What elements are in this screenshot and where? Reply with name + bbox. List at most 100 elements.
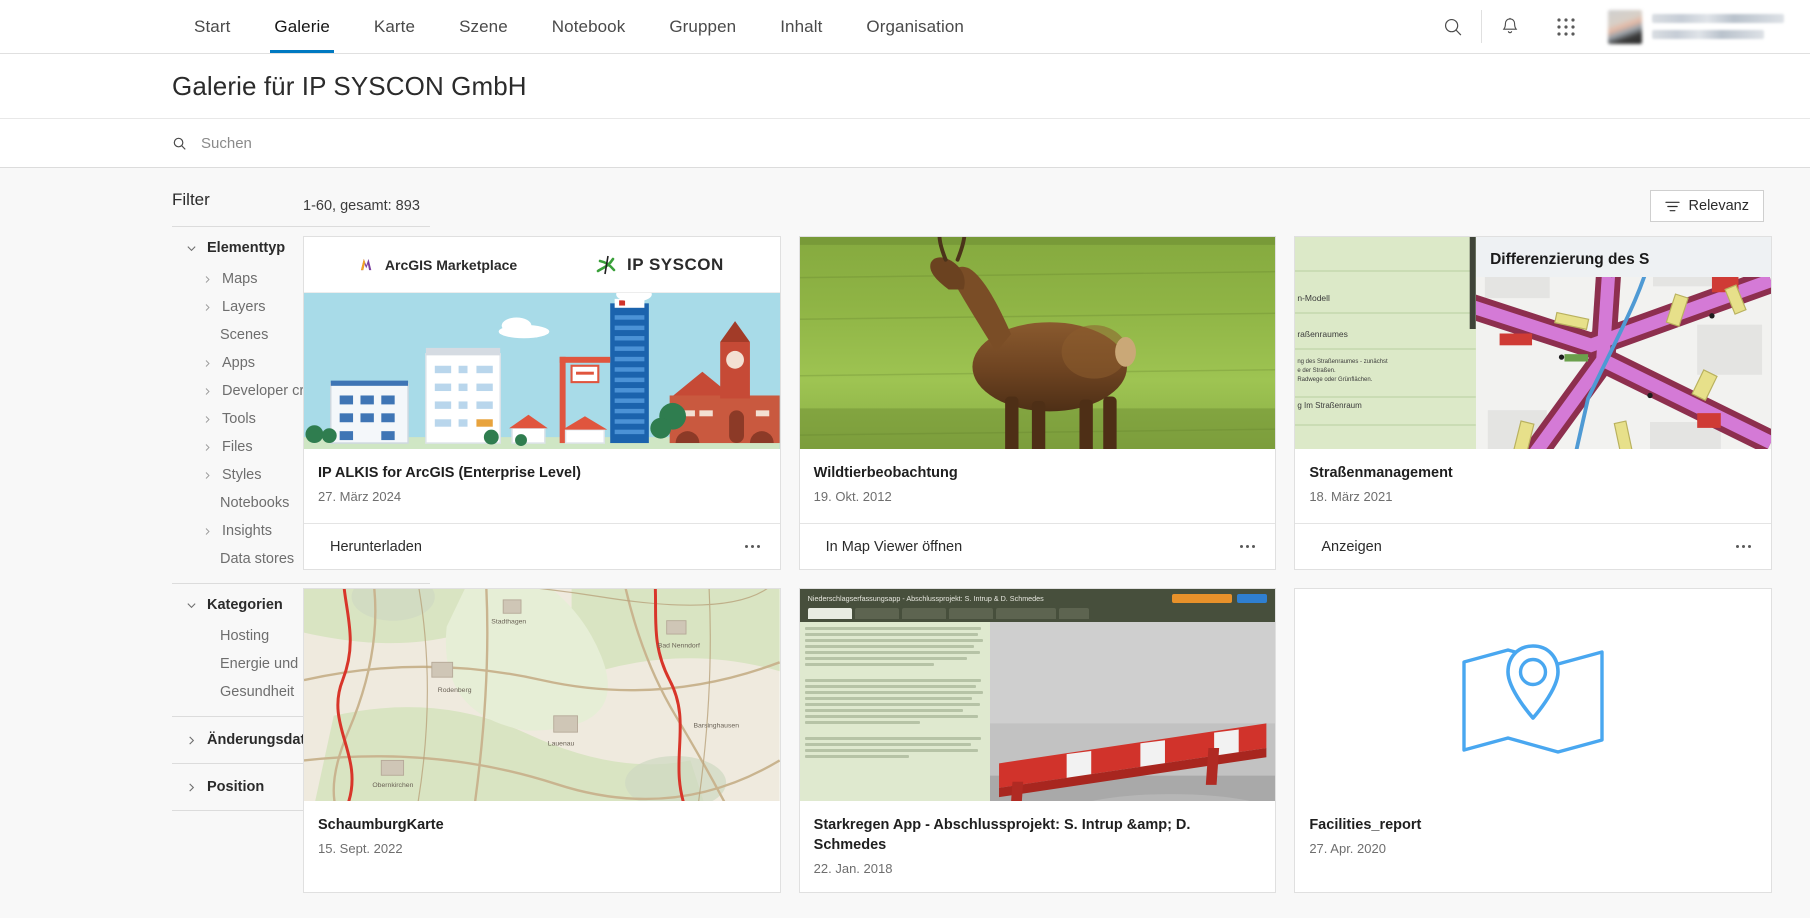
card-thumbnail[interactable]: Rodenberg Lauenau Bad Nenndorf Obernkirche… xyxy=(304,589,780,801)
nav-label: Gruppen xyxy=(669,16,737,36)
gallery-card-grid: ArcGIS Marketplace IP SYSCON IP ALKIS fo… xyxy=(295,236,1780,893)
results-header: 1-60, gesamt: 893 Relevanz xyxy=(295,168,1780,236)
chevron-right-icon xyxy=(202,303,212,312)
card-footer: In Map Viewer öffnen xyxy=(799,523,1276,569)
user-account-menu[interactable] xyxy=(1594,0,1810,53)
card-date: 27. März 2024 xyxy=(318,489,402,504)
sort-button[interactable]: Relevanz xyxy=(1649,190,1764,222)
card-body: Facilities_report 27. Apr. 2020 xyxy=(1295,801,1771,875)
nav-label: Inhalt xyxy=(780,16,823,36)
nav-item-start[interactable]: Start xyxy=(172,0,252,53)
card-title: Starkregen App - Abschlussprojekt: S. In… xyxy=(813,817,1191,853)
ip-syscon-mark-icon xyxy=(596,255,616,274)
nav-item-gruppen[interactable]: Gruppen xyxy=(647,0,758,53)
card-date: 19. Okt. 2012 xyxy=(813,489,892,504)
gallery-card[interactable]: Facilities_report 27. Apr. 2020 xyxy=(1294,588,1772,893)
svg-text:Stadthagen: Stadthagen xyxy=(491,619,526,626)
page-header: Galerie für IP SYSCON GmbH xyxy=(0,54,1810,118)
facet-item-label: Layers xyxy=(222,299,266,315)
card-body: Starkregen App - Abschlussprojekt: S. In… xyxy=(800,801,1276,892)
card-action-button[interactable]: In Map Viewer öffnen xyxy=(826,539,963,555)
nav-item-inhalt[interactable]: Inhalt xyxy=(758,0,844,53)
main-content: Filter Elementtyp Maps Layers Scenes App… xyxy=(0,168,1810,918)
card-thumbnail[interactable]: ArcGIS Marketplace IP SYSCON xyxy=(304,237,780,449)
ip-syscon-brand-label: IP SYSCON xyxy=(626,254,724,274)
card-title: SchaumburgKarte xyxy=(318,817,444,833)
slide-map-panel: Differenzierung des S xyxy=(1476,237,1771,449)
user-display-name xyxy=(1652,14,1784,23)
svg-text:Obernkirchen: Obernkirchen xyxy=(372,782,413,789)
nav-item-notebook[interactable]: Notebook xyxy=(530,0,648,53)
card-thumbnail[interactable] xyxy=(1295,589,1771,801)
card-body: SchaumburgKarte 15. Sept. 2022 xyxy=(304,801,780,875)
svg-text:Lauenau: Lauenau xyxy=(548,741,575,748)
chevron-down-icon xyxy=(187,602,196,608)
app-header-primary-button xyxy=(1172,594,1233,603)
card-title: Facilities_report xyxy=(1309,817,1422,833)
notifications-button[interactable] xyxy=(1482,0,1538,53)
map-pin-icon xyxy=(1462,644,1604,754)
facet-item-label: Hosting xyxy=(220,628,270,644)
avatar xyxy=(1608,9,1642,44)
chevron-right-icon xyxy=(202,471,212,480)
app-text-column xyxy=(799,622,990,801)
card-thumbnail[interactable]: n-Modell raßenraumes ng des Straßenraume… xyxy=(1295,237,1771,449)
card-action-button[interactable]: Herunterladen xyxy=(330,539,422,555)
app-tab xyxy=(901,608,946,619)
slide-line-6: g Im Straßenraum xyxy=(1297,401,1362,410)
search-input[interactable] xyxy=(199,133,619,153)
nav-item-karte[interactable]: Karte xyxy=(352,0,437,53)
card-footer: Herunterladen xyxy=(304,523,780,569)
gallery-card[interactable]: n-Modell raßenraumes ng des Straßenraume… xyxy=(1294,236,1772,570)
more-options-icon[interactable] xyxy=(1732,539,1755,554)
nav-label: Organisation xyxy=(866,16,964,36)
gallery-card[interactable]: Wildtierbeobachtung 19. Okt. 2012 In Map… xyxy=(798,236,1277,570)
facet-item-label: Styles xyxy=(222,467,262,483)
app-header-title: Niederschlagserfassungsapp - Abschlusspr… xyxy=(807,594,1044,603)
topographic-map: Rodenberg Lauenau Bad Nenndorf Obernkirche… xyxy=(304,589,780,801)
sort-label: Relevanz xyxy=(1688,198,1749,214)
map-pin-placeholder xyxy=(1295,589,1771,801)
nav-label: Galerie xyxy=(274,16,330,36)
slide-line-2: raßenraumes xyxy=(1297,329,1348,339)
card-date: 22. Jan. 2018 xyxy=(813,861,893,876)
arcgis-m-icon xyxy=(360,258,372,271)
chevron-down-icon xyxy=(187,245,196,251)
results-panel: 1-60, gesamt: 893 Relevanz ArcGIS Market… xyxy=(295,168,1810,918)
app-tab xyxy=(1058,608,1089,619)
app-tab xyxy=(854,608,899,619)
more-options-icon[interactable] xyxy=(1236,539,1259,554)
bell-icon xyxy=(1502,17,1518,33)
chevron-right-icon xyxy=(202,443,212,452)
user-organization xyxy=(1652,30,1764,39)
more-options-icon[interactable] xyxy=(741,539,764,554)
global-search-button[interactable] xyxy=(1425,0,1481,53)
deer-photo xyxy=(799,237,1276,449)
card-thumbnail[interactable]: Niederschlagserfassungsapp - Abschlusspr… xyxy=(799,589,1276,801)
nav-item-galerie[interactable]: Galerie xyxy=(252,0,352,53)
facet-item-label: Maps xyxy=(222,271,258,287)
nav-item-organisation[interactable]: Organisation xyxy=(844,0,986,53)
page-title: Galerie für IP SYSCON GmbH xyxy=(172,70,527,101)
nav-label: Start xyxy=(194,16,231,36)
nav-label: Szene xyxy=(459,16,508,36)
card-thumbnail[interactable] xyxy=(799,237,1276,449)
app-tab xyxy=(948,608,993,619)
svg-text:Barsinghausen: Barsinghausen xyxy=(693,723,739,730)
app-launcher-button[interactable] xyxy=(1538,0,1594,53)
ip-syscon-logo: IP SYSCON xyxy=(593,252,724,278)
card-body: Straßenmanagement 18. März 2021 xyxy=(1295,449,1771,523)
card-title: Straßenmanagement xyxy=(1309,465,1453,481)
gallery-card[interactable]: Rodenberg Lauenau Bad Nenndorf Obernkirche… xyxy=(303,588,781,893)
app-tab-strip xyxy=(799,608,1276,622)
nav-item-szene[interactable]: Szene xyxy=(437,0,530,53)
slide-line-3: ng des Straßenraumes - zunächst xyxy=(1297,359,1388,365)
facet-item-label: Apps xyxy=(222,355,256,371)
chevron-right-icon xyxy=(202,275,212,284)
card-title: IP ALKIS for ArcGIS (Enterprise Level) xyxy=(318,465,581,481)
card-action-button[interactable]: Anzeigen xyxy=(1321,539,1381,555)
marketplace-header: ArcGIS Marketplace IP SYSCON xyxy=(304,237,780,293)
card-body: Wildtierbeobachtung 19. Okt. 2012 xyxy=(800,449,1276,523)
gallery-card[interactable]: ArcGIS Marketplace IP SYSCON IP ALKIS fo… xyxy=(303,236,781,570)
gallery-card[interactable]: Niederschlagserfassungsapp - Abschlusspr… xyxy=(798,588,1277,893)
